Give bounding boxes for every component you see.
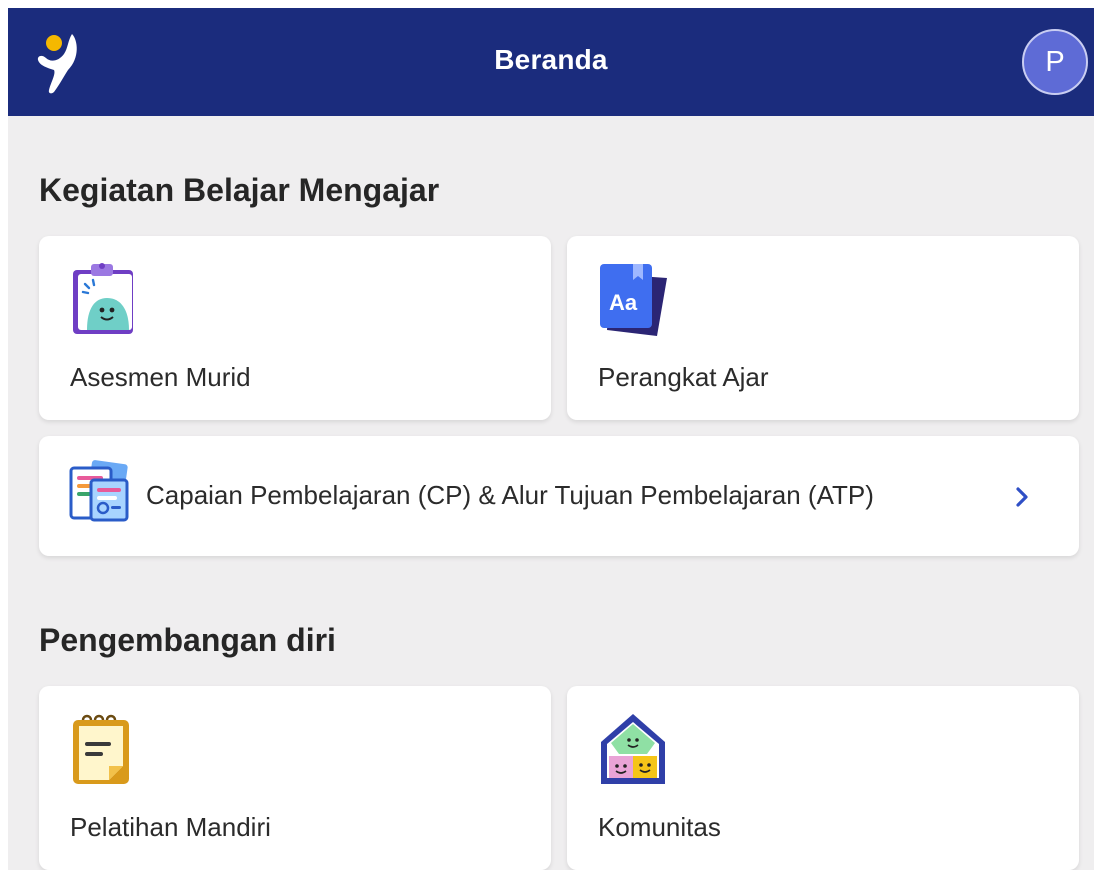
- card-label-pelatihan-mandiri: Pelatihan Mandiri: [70, 812, 271, 842]
- card-capaian-pembelajaran[interactable]: Capaian Pembelajaran (CP) & Alur Tujuan …: [39, 436, 1079, 556]
- app-frame: Beranda P Kegiatan Belajar Mengajar Ases…: [8, 8, 1094, 870]
- svg-text:Aa: Aa: [609, 290, 638, 315]
- card-asesmen-murid[interactable]: Asesmen Murid: [39, 236, 551, 420]
- section-title-kegiatan-belajar-mengajar: Kegiatan Belajar Mengajar: [39, 172, 440, 208]
- book-aa-icon: Aa: [600, 264, 667, 336]
- profile-avatar-button[interactable]: P: [1022, 29, 1088, 95]
- card-label-asesmen-murid: Asesmen Murid: [70, 362, 251, 392]
- page-title: Beranda: [494, 44, 608, 75]
- clipboard-smiley-icon: [73, 263, 133, 334]
- card-label-perangkat-ajar: Perangkat Ajar: [598, 362, 769, 392]
- chevron-right-icon[interactable]: [1009, 480, 1035, 514]
- card-komunitas[interactable]: Komunitas: [567, 686, 1079, 870]
- card-pelatihan-mandiri[interactable]: Pelatihan Mandiri: [39, 686, 551, 870]
- community-house-icon: [601, 714, 665, 784]
- documents-stack-icon: [69, 460, 129, 522]
- card-label-capaian-pembelajaran: Capaian Pembelajaran (CP) & Alur Tujuan …: [146, 480, 874, 510]
- section-title-pengembangan-diri: Pengembangan diri: [39, 622, 336, 658]
- notepad-icon: [73, 714, 129, 784]
- top-app-bar: Beranda P: [8, 8, 1094, 116]
- card-perangkat-ajar[interactable]: Aa Perangkat Ajar: [567, 236, 1079, 420]
- card-label-komunitas: Komunitas: [598, 812, 721, 842]
